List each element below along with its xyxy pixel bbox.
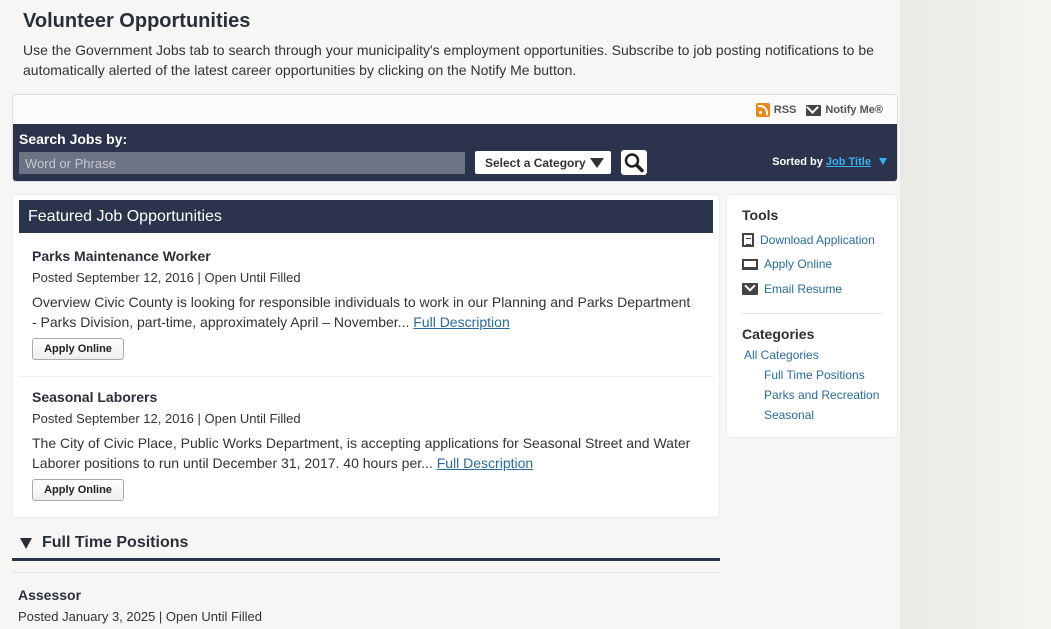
categories-heading: Categories — [742, 326, 815, 342]
sorted-prefix: Sorted by — [772, 156, 823, 168]
tool-label: Email Resume — [764, 282, 843, 296]
collapse-triangle-icon — [20, 538, 32, 549]
apply-online-button[interactable]: Apply Online — [32, 338, 124, 360]
full-description-link[interactable]: Full Description — [437, 455, 533, 471]
divider — [12, 572, 720, 573]
search-bar: Search Jobs by: Select a Category Sorted… — [13, 124, 897, 181]
job-item: Seasonal Laborers Posted September 12, 2… — [32, 389, 712, 501]
job-description-text: The City of Civic Place, Public Works De… — [32, 435, 691, 471]
job-title[interactable]: Assessor — [18, 587, 262, 603]
sort-caret-icon[interactable] — [879, 158, 887, 165]
job-meta: Posted September 12, 2016 | Open Until F… — [32, 270, 301, 285]
download-application-link[interactable]: Download Application — [742, 233, 875, 247]
search-icon — [624, 153, 644, 173]
page-title: Volunteer Opportunities — [23, 10, 251, 32]
job-description: The City of Civic Place, Public Works De… — [32, 433, 692, 473]
job-meta: Posted January 3, 2025 | Open Until Fill… — [18, 609, 263, 624]
category-select[interactable]: Select a Category — [475, 151, 611, 174]
job-meta: Posted September 12, 2016 | Open Until F… — [32, 411, 301, 426]
apply-online-button[interactable]: Apply Online — [32, 479, 124, 501]
featured-heading: Featured Job Opportunities — [19, 200, 713, 233]
apply-online-link[interactable]: Apply Online — [742, 257, 832, 271]
category-select-label: Select a Category — [485, 155, 586, 170]
panel-links: RSS Notify Me® — [755, 102, 883, 118]
rss-link[interactable]: RSS — [755, 103, 797, 117]
search-button[interactable] — [621, 150, 647, 175]
envelope-icon — [742, 283, 758, 295]
tool-label: Apply Online — [764, 257, 833, 271]
category-full-time[interactable]: Full Time Positions — [764, 368, 865, 382]
job-description: Overview Civic County is looking for res… — [32, 292, 692, 332]
job-title: Seasonal Laborers — [32, 389, 158, 405]
sort-field-link[interactable]: Job Title — [826, 156, 871, 168]
section-title: Full Time Positions — [42, 534, 189, 551]
category-all[interactable]: All Categories — [744, 348, 819, 362]
rss-label: RSS — [773, 104, 797, 116]
job-title: Parks Maintenance Worker — [32, 248, 211, 264]
document-icon — [742, 233, 754, 247]
intro-text: Use the Government Jobs tab to search th… — [23, 42, 874, 78]
rss-icon — [755, 103, 770, 117]
job-description-text: Overview Civic County is looking for res… — [32, 294, 691, 330]
tools-heading: Tools — [742, 207, 779, 223]
notify-me-link[interactable]: Notify Me® — [806, 104, 883, 116]
divider — [742, 313, 882, 314]
email-resume-link[interactable]: Email Resume — [742, 282, 842, 296]
divider — [19, 376, 713, 377]
sidebar: Tools Download Application Apply Online … — [726, 194, 898, 438]
full-description-link[interactable]: Full Description — [413, 314, 509, 330]
chevron-down-icon — [590, 158, 604, 168]
tool-label: Download Application — [760, 233, 875, 247]
job-item: Parks Maintenance Worker Posted Septembe… — [32, 248, 712, 360]
notify-label: Notify Me® — [825, 104, 883, 116]
job-item: Assessor Posted January 3, 2025 | Open U… — [18, 587, 262, 624]
sort-control: Sorted by Job Title — [772, 156, 887, 168]
section-toggle-full-time[interactable]: Full Time Positions — [12, 532, 720, 561]
monitor-icon — [742, 258, 758, 270]
category-parks-recreation[interactable]: Parks and Recreation — [764, 388, 879, 402]
featured-jobs-panel: Featured Job Opportunities Parks Mainten… — [12, 194, 720, 518]
envelope-icon — [806, 104, 822, 116]
search-panel: RSS Notify Me® Search Jobs by: Select a … — [12, 94, 898, 182]
search-input[interactable] — [19, 152, 465, 174]
page: Volunteer Opportunities Use the Governme… — [0, 0, 1051, 629]
search-label: Search Jobs by: — [19, 131, 128, 147]
category-seasonal[interactable]: Seasonal — [764, 408, 814, 422]
